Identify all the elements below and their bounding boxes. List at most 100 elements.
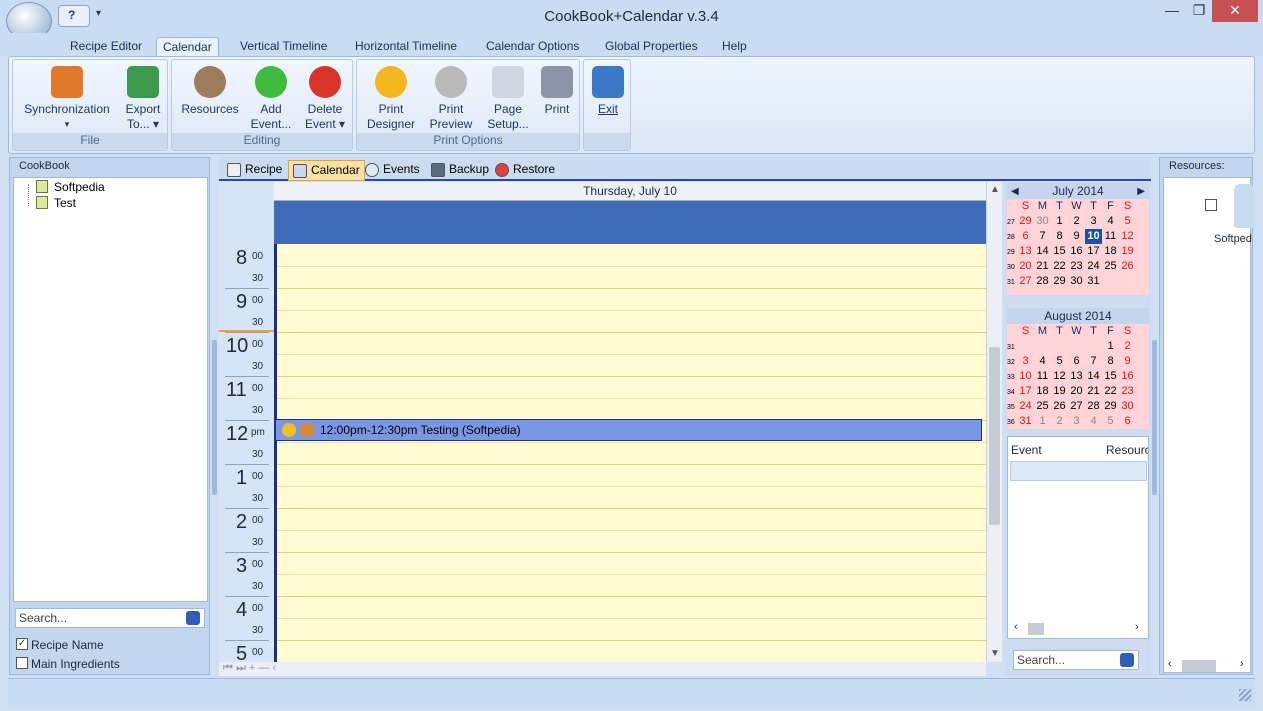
- scroll-down-arrow[interactable]: ▼: [990, 648, 1000, 659]
- week-row[interactable]: 30 20 21 22 23 24 25 26: [1007, 259, 1149, 274]
- page-setup-button[interactable]: Page Setup...: [481, 66, 535, 132]
- exit-button[interactable]: Exit: [586, 66, 630, 117]
- tab-vertical-timeline[interactable]: Vertical Timeline: [234, 37, 333, 57]
- hour-suffix: 00: [252, 515, 264, 526]
- week-row[interactable]: 35 24 25 26 27 28 29 30: [1007, 399, 1149, 414]
- main-ingredients-checkbox[interactable]: [16, 657, 28, 669]
- column-header-event[interactable]: Event: [1011, 443, 1105, 457]
- scroll-thumb[interactable]: [989, 347, 1000, 525]
- hour-suffix: 00: [252, 559, 264, 570]
- next-month-arrow[interactable]: ▶: [1137, 184, 1145, 200]
- binoculars-icon[interactable]: [186, 611, 200, 625]
- week-row[interactable]: 32 3 4 5 6 7 8 9: [1007, 354, 1149, 369]
- resource-scroll-right[interactable]: ›: [1240, 658, 1244, 670]
- hour-label: 8: [236, 247, 248, 269]
- day-grid[interactable]: [274, 244, 986, 662]
- group-label-exit: [584, 133, 630, 150]
- week-row[interactable]: 29 13 14 15 16 17 18 19: [1007, 244, 1149, 259]
- view-tab-events[interactable]: Events: [361, 160, 424, 181]
- scroll-up-arrow[interactable]: ▲: [990, 184, 1000, 195]
- half-hour-label: 30: [252, 449, 264, 460]
- print-preview-button[interactable]: Print Preview: [423, 66, 479, 132]
- resize-grip-icon[interactable]: [1239, 689, 1251, 701]
- recipe-search-input[interactable]: Search...: [15, 608, 205, 628]
- synchronization-button[interactable]: Synchronization ▾: [15, 66, 119, 132]
- grid-line: [277, 530, 986, 531]
- column-header-resource[interactable]: Resource: [1106, 443, 1148, 457]
- hour-suffix: pm: [251, 427, 265, 438]
- week-row[interactable]: 27 29 30 1 2 3 4 5: [1007, 214, 1149, 229]
- tab-calendar-options[interactable]: Calendar Options: [480, 37, 585, 57]
- view-tab-calendar[interactable]: Calendar: [288, 160, 365, 181]
- resource-scroll-thumb[interactable]: [1182, 660, 1216, 672]
- week-row[interactable]: 31 1 2: [1007, 339, 1149, 354]
- hour-suffix: 00: [252, 251, 264, 262]
- view-tab-restore[interactable]: Restore: [491, 160, 559, 181]
- calendar-event[interactable]: 12:00pm-12:30pm Testing (Softpedia): [275, 419, 982, 441]
- week-row[interactable]: 34 17 18 19 20 21 22 23: [1007, 384, 1149, 399]
- view-tab-recipe[interactable]: Recipe: [223, 160, 286, 181]
- group-file: Synchronization ▾ Export To... ▾ File: [12, 59, 168, 151]
- resource-scroll-left[interactable]: ‹: [1168, 658, 1172, 670]
- recipe-name-checkbox[interactable]: ✓: [16, 638, 28, 650]
- all-day-area[interactable]: [274, 201, 986, 244]
- hour-separator: [225, 376, 269, 377]
- hour-label: 9: [236, 291, 248, 313]
- left-splitter[interactable]: [212, 340, 217, 495]
- view-tab-backup[interactable]: Backup: [427, 160, 493, 181]
- print-button[interactable]: Print: [535, 66, 579, 117]
- clock-icon: [365, 163, 379, 177]
- tree-item-softpedia[interactable]: Softpedia: [54, 180, 105, 194]
- half-hour-label: 30: [252, 493, 264, 504]
- prev-month-arrow[interactable]: ◀: [1011, 184, 1019, 200]
- tab-calendar[interactable]: Calendar: [156, 37, 219, 57]
- gear-icon: [375, 66, 407, 98]
- tab-help[interactable]: Help: [716, 37, 753, 57]
- right-splitter[interactable]: [1152, 340, 1157, 495]
- resource-checkbox[interactable]: [1205, 199, 1217, 211]
- week-row[interactable]: 36 31 1 2 3 4 5 6: [1007, 414, 1149, 429]
- group-exit: Exit: [583, 59, 631, 151]
- add-event-button[interactable]: Add Event...: [244, 66, 298, 132]
- tree-item-test[interactable]: Test: [54, 196, 76, 210]
- day-vertical-scrollbar[interactable]: ▲ ▼: [986, 182, 1002, 662]
- tab-recipe-editor[interactable]: Recipe Editor: [64, 37, 148, 57]
- status-bar: [8, 678, 1255, 705]
- delete-event-button[interactable]: Delete Event ▾: [298, 66, 352, 132]
- table-scroll-left[interactable]: ‹: [1014, 621, 1018, 633]
- hour-separator: [225, 508, 269, 509]
- tab-horizontal-timeline[interactable]: Horizontal Timeline: [349, 37, 463, 57]
- recipe-tree[interactable]: Softpedia Test: [13, 177, 208, 602]
- quick-access-dropdown[interactable]: ▾: [96, 8, 101, 19]
- print-designer-button[interactable]: Print Designer: [361, 66, 421, 132]
- week-row[interactable]: 28 6 7 8 9 10 11 12: [1007, 229, 1149, 244]
- resources-list[interactable]: Softped ‹ ›: [1163, 177, 1254, 673]
- group-label-editing: Editing: [172, 133, 352, 150]
- lifebuoy-icon: [495, 163, 509, 177]
- nav-glyphs[interactable]: ⏮ ⏭ + — ‹: [223, 662, 276, 675]
- minimize-button[interactable]: —: [1158, 0, 1186, 22]
- half-hour-label: 30: [252, 537, 264, 548]
- table-scroll-right[interactable]: ›: [1135, 621, 1139, 633]
- help-quick-button[interactable]: ?: [58, 5, 90, 27]
- grid-line: [277, 332, 986, 333]
- week-row[interactable]: 31 27 28 29 30 31: [1007, 274, 1149, 295]
- table-scroll-thumb[interactable]: [1028, 623, 1044, 635]
- export-to-button[interactable]: Export To... ▾: [119, 66, 167, 132]
- hour-suffix: 00: [252, 603, 264, 614]
- hour-suffix: 00: [252, 339, 264, 350]
- binoculars-icon[interactable]: [1120, 653, 1134, 667]
- tab-global-properties[interactable]: Global Properties: [599, 37, 704, 57]
- group-label-print-options: Print Options: [357, 133, 579, 150]
- resources-button[interactable]: Resources: [176, 66, 244, 117]
- events-table[interactable]: Event Resource ‹ ›: [1007, 436, 1149, 639]
- hour-label: 11: [226, 379, 247, 401]
- day-horizontal-scrollbar[interactable]: ⏮ ⏭ + — ‹: [219, 662, 986, 676]
- restore-button[interactable]: ❐: [1186, 0, 1212, 22]
- events-table-row[interactable]: [1010, 461, 1147, 481]
- close-button[interactable]: ✕: [1212, 0, 1258, 22]
- week-row[interactable]: 33 10 11 12 13 14 15 16: [1007, 369, 1149, 384]
- hour-suffix: 00: [252, 471, 264, 482]
- grid-line: [277, 398, 986, 399]
- hour-separator: [225, 288, 269, 289]
